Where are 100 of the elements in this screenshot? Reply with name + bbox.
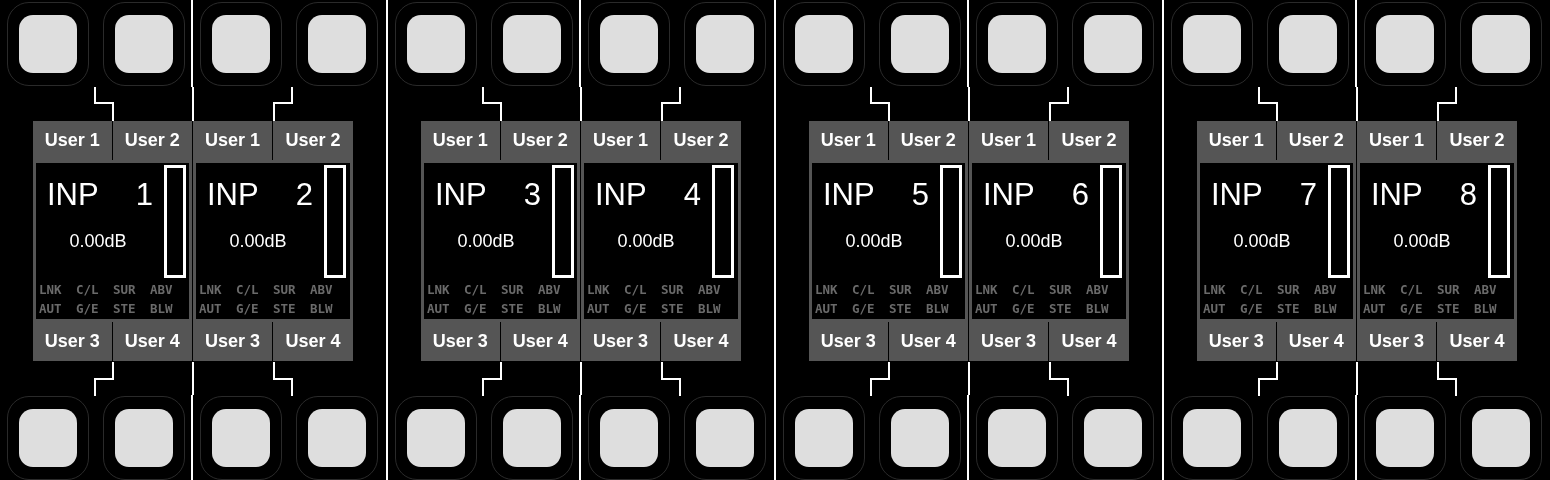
pad-button[interactable] xyxy=(200,395,282,480)
status-label: SUR xyxy=(1277,282,1301,297)
channel-name: INP xyxy=(1371,179,1423,210)
pad-button[interactable] xyxy=(7,1,89,86)
user-button[interactable]: User 4 xyxy=(888,322,968,361)
pad-button[interactable] xyxy=(976,395,1058,480)
user-button[interactable]: User 3 xyxy=(1197,322,1277,361)
status-label: G/E xyxy=(1400,301,1424,316)
status-label: AUT xyxy=(199,301,223,316)
pad-key xyxy=(988,14,1046,73)
pad-button[interactable] xyxy=(1364,1,1446,86)
pad-button[interactable] xyxy=(588,395,670,480)
pad-button[interactable] xyxy=(103,1,185,86)
status-label: LNK xyxy=(199,282,223,297)
status-label: STE xyxy=(1437,301,1461,316)
user-button[interactable]: User 4 xyxy=(273,322,353,361)
status-label: BLW xyxy=(926,301,950,316)
pad-button[interactable] xyxy=(588,1,670,86)
user-button[interactable]: User 4 xyxy=(500,322,580,361)
pad-button[interactable] xyxy=(976,1,1058,86)
user-button[interactable]: User 2 xyxy=(1437,121,1517,160)
user-button[interactable]: User 4 xyxy=(1049,322,1129,361)
status-label: AUT xyxy=(975,301,999,316)
pad-button[interactable] xyxy=(1460,1,1542,86)
status-label: AUT xyxy=(587,301,611,316)
user-button[interactable]: User 3 xyxy=(1357,322,1437,361)
pad-button[interactable] xyxy=(103,395,185,480)
pad-button[interactable] xyxy=(879,395,961,480)
pad-button[interactable] xyxy=(1460,395,1542,480)
status-label: C/L xyxy=(1240,282,1264,297)
pad-button[interactable] xyxy=(783,1,865,86)
gain-value: 0.00dB xyxy=(457,232,515,250)
pad-button[interactable] xyxy=(1267,395,1349,480)
status-label: SUR xyxy=(1049,282,1073,297)
user-button[interactable]: User 2 xyxy=(112,121,192,160)
status-label: BLW xyxy=(310,301,334,316)
pad-key xyxy=(503,14,561,73)
pad-button[interactable] xyxy=(491,1,573,86)
status-label: AUT xyxy=(1203,301,1227,316)
user-button[interactable]: User 2 xyxy=(888,121,968,160)
pad-key xyxy=(308,408,366,467)
user-button[interactable]: User 4 xyxy=(1437,322,1517,361)
status-label: AUT xyxy=(815,301,839,316)
user-button[interactable]: User 4 xyxy=(1276,322,1356,361)
status-label: LNK xyxy=(815,282,839,297)
pad-button[interactable] xyxy=(7,395,89,480)
channel-name: INP xyxy=(207,179,259,210)
pad-button[interactable] xyxy=(1072,395,1154,480)
status-label: G/E xyxy=(76,301,100,316)
pad-button[interactable] xyxy=(395,395,477,480)
channel-number: 1 xyxy=(135,179,153,210)
user-button[interactable]: User 3 xyxy=(969,322,1049,361)
pad-button[interactable] xyxy=(684,395,766,480)
status-label: SUR xyxy=(273,282,297,297)
pad-key xyxy=(696,408,754,467)
channel-number: 6 xyxy=(1071,179,1089,210)
status-label: LNK xyxy=(39,282,63,297)
pad-button[interactable] xyxy=(1267,1,1349,86)
pad-button[interactable] xyxy=(296,395,378,480)
user-button[interactable]: User 3 xyxy=(809,322,889,361)
status-label: STE xyxy=(113,301,137,316)
user-button[interactable]: User 2 xyxy=(661,121,741,160)
user-button[interactable]: User 4 xyxy=(661,322,741,361)
channel-name: INP xyxy=(1211,179,1263,210)
pad-button[interactable] xyxy=(200,1,282,86)
user-button[interactable]: User 3 xyxy=(193,322,273,361)
pad-button[interactable] xyxy=(1364,395,1446,480)
status-label: G/E xyxy=(1240,301,1264,316)
pad-key xyxy=(795,408,853,467)
pad-button[interactable] xyxy=(296,1,378,86)
status-label: BLW xyxy=(1086,301,1110,316)
pad-button[interactable] xyxy=(684,1,766,86)
pad-key xyxy=(891,408,949,467)
status-label: LNK xyxy=(1203,282,1227,297)
pad-button[interactable] xyxy=(1171,1,1253,86)
pad-button[interactable] xyxy=(879,1,961,86)
connector-line xyxy=(1258,362,1278,396)
status-label: C/L xyxy=(1400,282,1424,297)
user-button[interactable]: User 2 xyxy=(500,121,580,160)
pad-key xyxy=(1279,14,1337,73)
pad-key xyxy=(19,408,77,467)
pad-key xyxy=(308,14,366,73)
user-button[interactable]: User 2 xyxy=(1049,121,1129,160)
user-button[interactable]: User 2 xyxy=(273,121,353,160)
user-button[interactable]: User 3 xyxy=(581,322,661,361)
pad-key xyxy=(1084,14,1142,73)
user-button[interactable]: User 3 xyxy=(421,322,501,361)
channel-number: 8 xyxy=(1459,179,1477,210)
user-button[interactable]: User 3 xyxy=(33,322,113,361)
user-button[interactable]: User 2 xyxy=(1276,121,1356,160)
pad-button[interactable] xyxy=(395,1,477,86)
status-label: C/L xyxy=(76,282,100,297)
gain-value: 0.00dB xyxy=(1233,232,1291,250)
pad-button[interactable] xyxy=(491,395,573,480)
pad-button[interactable] xyxy=(1171,395,1253,480)
pad-key xyxy=(503,408,561,467)
status-label: SUR xyxy=(1437,282,1461,297)
pad-button[interactable] xyxy=(1072,1,1154,86)
pad-button[interactable] xyxy=(783,395,865,480)
user-button[interactable]: User 4 xyxy=(112,322,192,361)
